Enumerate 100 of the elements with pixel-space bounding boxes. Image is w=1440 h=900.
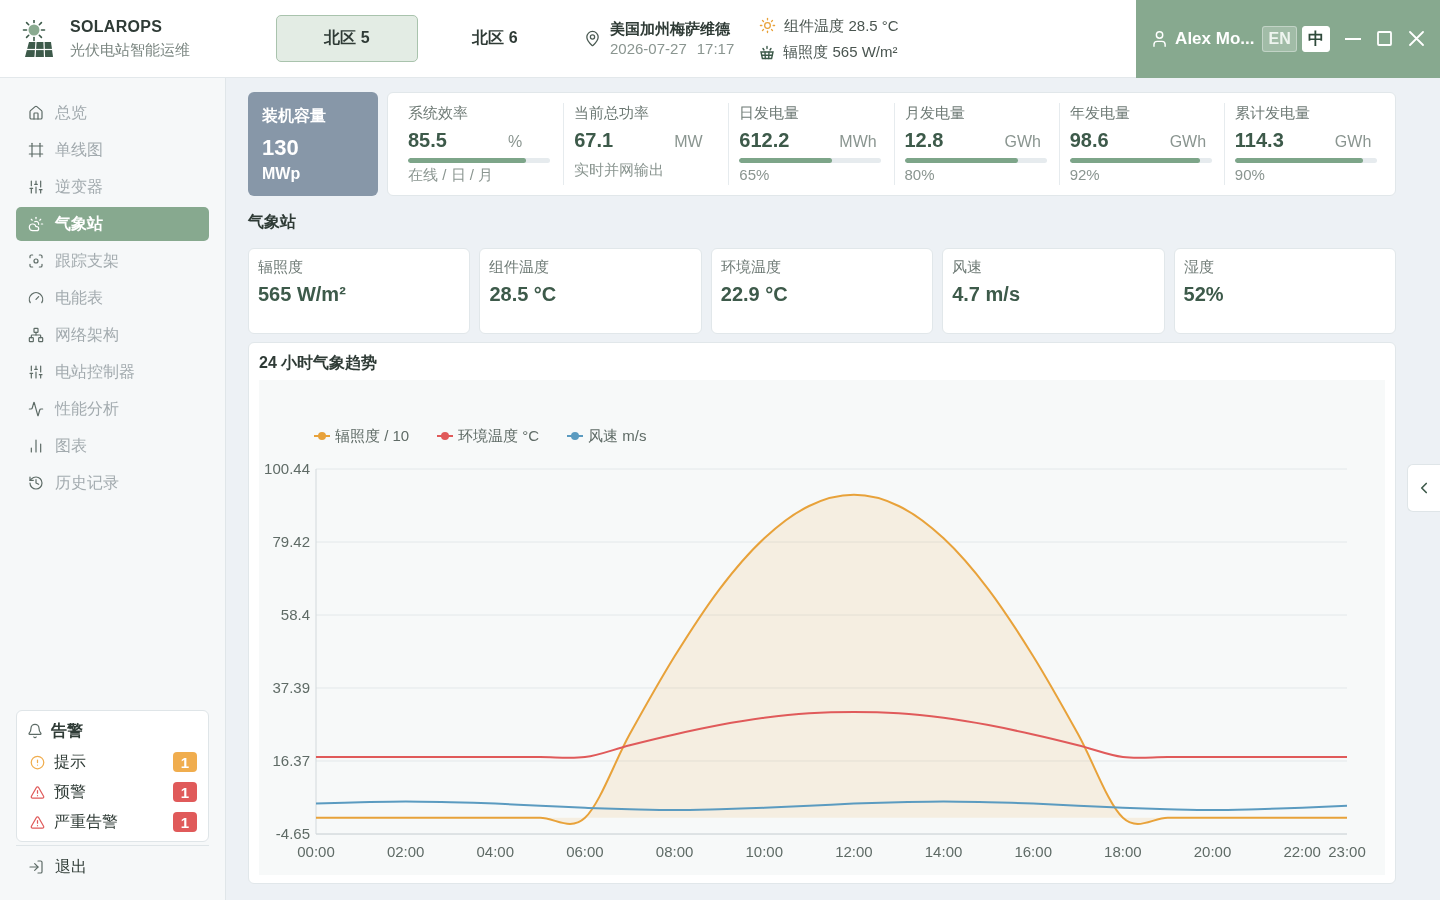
- axis-label: 12:00: [835, 843, 873, 860]
- nav-item[interactable]: 总览: [16, 96, 209, 130]
- bar-chart-icon: [28, 438, 44, 454]
- sliders-icon: [28, 364, 44, 380]
- metric-unit: GWh: [1334, 133, 1372, 151]
- metric-note: 65%: [739, 165, 771, 185]
- alerts-title: 告警: [51, 720, 83, 741]
- zone-tab[interactable]: 北区 6: [424, 15, 566, 62]
- alert-count: 1: [173, 752, 197, 772]
- metric-value: 12.8: [904, 129, 945, 152]
- nav-item[interactable]: 跟踪支架: [16, 244, 209, 278]
- alert-count: 1: [173, 812, 197, 832]
- weather-value: 28.5 °C: [489, 282, 557, 307]
- network-icon: [28, 327, 44, 343]
- metric-note: 实时并网输出: [574, 160, 666, 180]
- axis-label: 18:00: [1104, 843, 1142, 860]
- metric-note: 在线 / 日 / 月: [408, 165, 494, 185]
- metric-note: 92%: [1069, 165, 1101, 185]
- weather-value: 565 W/m²: [258, 282, 346, 307]
- weather-value: 22.9 °C: [720, 282, 788, 307]
- date-text: 2026-07-27: [610, 38, 687, 59]
- axis-label: 20:00: [1193, 843, 1232, 860]
- metric-unit: MWh: [839, 133, 877, 151]
- metric-unit: GWh: [1169, 133, 1207, 151]
- axis-label: 02:00: [386, 843, 425, 860]
- minimize-icon: [1345, 37, 1362, 40]
- sun-icon: [759, 17, 777, 34]
- time-text: 17:17: [696, 38, 735, 59]
- metric-unit: GWh: [1004, 133, 1041, 151]
- cloud-sun-icon: [28, 216, 44, 232]
- scan-icon: [28, 253, 44, 269]
- user-name: Alex Mo...: [1175, 28, 1255, 49]
- weather-label: 辐照度: [258, 257, 303, 277]
- nav-item[interactable]: 性能分析: [16, 392, 209, 426]
- nav-item[interactable]: 网络架构: [16, 318, 209, 352]
- alert-label: 提示: [54, 751, 86, 772]
- axis-label: 58.4: [280, 606, 310, 623]
- metric-value: 67.1: [574, 129, 615, 152]
- location-pin-icon: [584, 30, 601, 47]
- condition-reading: 组件温度 28.5 °C: [784, 16, 899, 35]
- hash-icon: [28, 142, 44, 158]
- metric-title: 系统效率: [408, 103, 469, 123]
- gauge-icon: [28, 290, 44, 306]
- capacity-unit: MWp: [262, 164, 302, 184]
- weather-label: 环境温度: [720, 257, 781, 277]
- legend-label: 辐照度 / 10: [335, 426, 410, 446]
- nav-item[interactable]: 逆变器: [16, 170, 209, 204]
- axis-label: 79.42: [272, 533, 310, 550]
- axis-label: 04:00: [476, 843, 515, 860]
- bell-icon: [27, 723, 43, 739]
- axis-label: 16.37: [272, 752, 310, 769]
- axis-label: 10:00: [745, 843, 784, 860]
- axis-label: 16:00: [1014, 843, 1052, 860]
- nav-item[interactable]: 气象站: [16, 207, 209, 241]
- location-name: 美国加州梅萨维德: [610, 18, 731, 39]
- weather-label: 湿度: [1183, 257, 1214, 277]
- section-title: 气象站: [248, 212, 296, 232]
- language-toggle[interactable]: EN: [1262, 25, 1297, 52]
- nav-item[interactable]: 单线图: [16, 133, 209, 167]
- nav-item[interactable]: 电站控制器: [16, 355, 209, 389]
- metric-unit: MW: [674, 133, 703, 151]
- logout-icon: [28, 859, 44, 875]
- alert-label: 预警: [54, 781, 86, 802]
- axis-label: 08:00: [655, 843, 694, 860]
- metric-title: 日发电量: [739, 103, 801, 123]
- weather-label: 组件温度: [489, 257, 550, 277]
- axis-label: 37.39: [272, 679, 310, 696]
- metric-title: 年发电量: [1069, 103, 1131, 123]
- condition-reading: 辐照度 565 W/m²: [783, 42, 898, 61]
- capacity-value: 130: [262, 134, 300, 162]
- metric-value: 612.2: [739, 129, 791, 152]
- axis-label: 100.44: [264, 460, 310, 477]
- alert-circle-icon: [30, 754, 45, 770]
- brand-tagline: 光伏电站智能运维: [70, 40, 190, 60]
- legend-label: 风速 m/s: [588, 426, 647, 446]
- metric-value: 114.3: [1234, 129, 1285, 152]
- metric-value: 98.6: [1069, 129, 1110, 152]
- nav-item[interactable]: 历史记录: [16, 466, 209, 500]
- maximize-icon: [1377, 31, 1393, 46]
- axis-label: 06:00: [566, 843, 604, 860]
- home-icon: [28, 105, 44, 121]
- zone-tab[interactable]: 北区 5: [276, 15, 418, 62]
- axis-label: 22:00: [1283, 843, 1321, 860]
- weather-value: 52%: [1183, 282, 1224, 307]
- brand-name: SOLAROPS: [70, 17, 164, 37]
- solar-logo-icon: [20, 19, 54, 58]
- metric-unit: %: [508, 133, 523, 151]
- axis-label: 14:00: [924, 843, 963, 860]
- basket-icon: [759, 43, 776, 60]
- axis-label: 23:00: [1328, 843, 1366, 860]
- weather-label: 风速: [952, 257, 983, 277]
- metric-title: 累计发电量: [1234, 103, 1311, 123]
- metric-note: 80%: [904, 165, 936, 185]
- sliders-icon: [28, 179, 44, 195]
- metric-value: 85.5: [408, 129, 448, 152]
- language-toggle[interactable]: 中: [1301, 25, 1330, 52]
- nav-item[interactable]: 电能表: [16, 281, 209, 315]
- nav-item[interactable]: 图表: [16, 429, 209, 463]
- logout-button[interactable]: 退出: [16, 850, 209, 884]
- metric-title: 当前总功率: [574, 103, 651, 123]
